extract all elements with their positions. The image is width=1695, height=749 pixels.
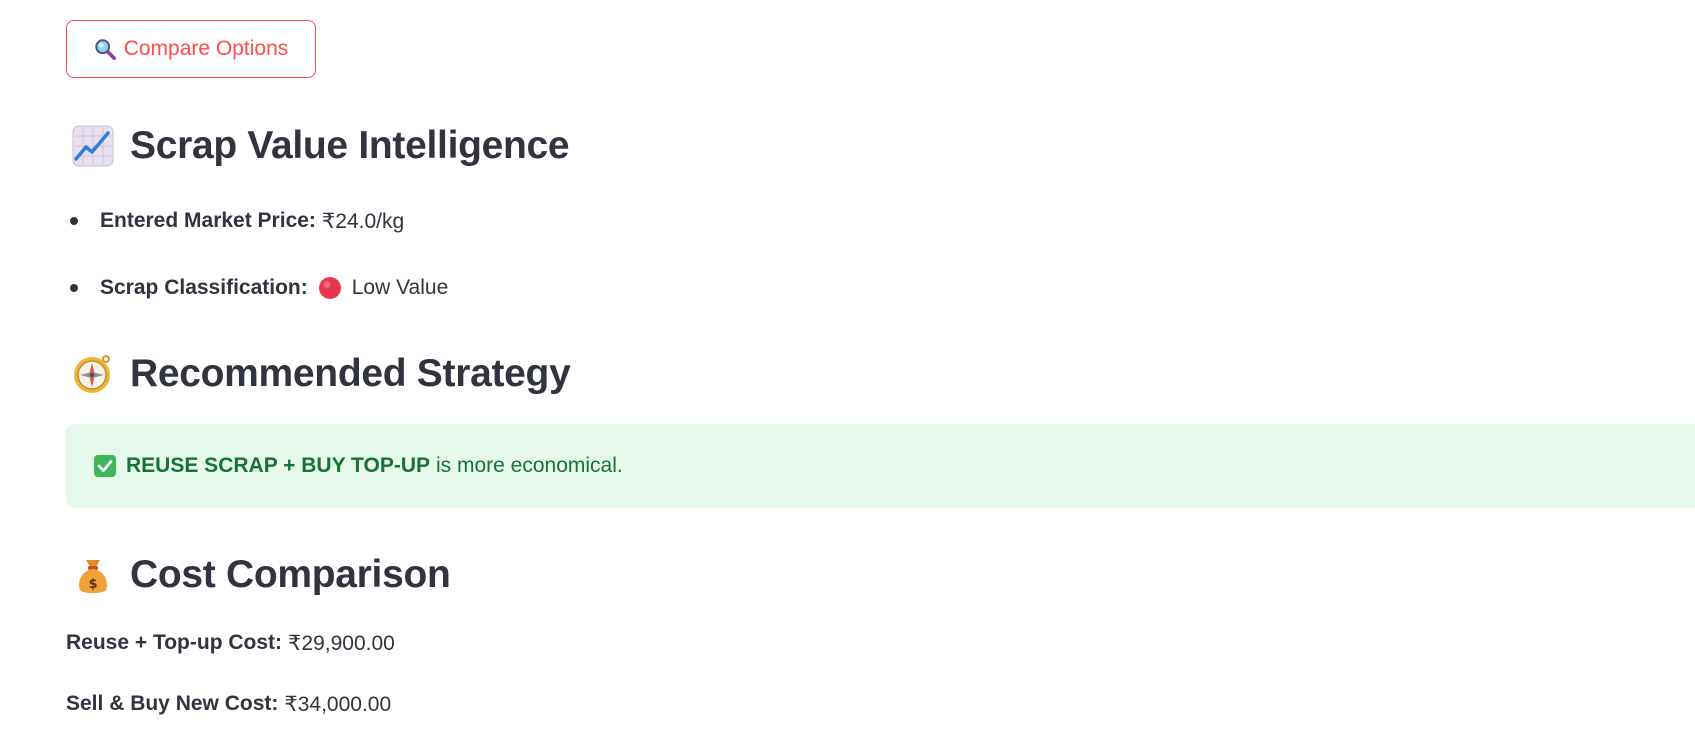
compare-options-label: Compare Options: [123, 37, 289, 60]
strategy-success-alert: REUSE SCRAP + BUY TOP-UP is more economi…: [66, 424, 1695, 508]
reuse-topup-cost-value: ₹29,900.00: [288, 631, 395, 655]
market-price-value: ₹24.0/kg: [321, 209, 405, 233]
scrap-classification-item: Scrap Classification: Low Value: [66, 273, 448, 303]
recommended-strategy-heading: Recommended Strategy: [72, 349, 571, 399]
scrap-classification-label: Scrap Classification:: [100, 276, 308, 299]
main-content: Compare Options Scrap Value Intelligence…: [66, 0, 1695, 749]
compass-icon: [72, 353, 114, 395]
market-price-label: Entered Market Price:: [100, 209, 316, 232]
scrap-value-title: Scrap Value Intelligence: [130, 124, 570, 167]
cost-comparison-heading: $ Cost Comparison: [72, 550, 451, 600]
compare-options-button[interactable]: Compare Options: [66, 20, 316, 78]
cost-comparison-title: Cost Comparison: [130, 553, 451, 596]
reuse-topup-cost-row: Reuse + Top-up Cost: ₹29,900.00: [66, 628, 395, 658]
scrap-classification-value: Low Value: [351, 276, 449, 299]
recommended-strategy-title: Recommended Strategy: [130, 352, 571, 395]
svg-text:$: $: [88, 577, 97, 592]
scrap-value-heading: Scrap Value Intelligence: [72, 121, 570, 171]
sell-buy-new-cost-row: Sell & Buy New Cost: ₹34,000.00: [66, 689, 391, 719]
strategy-recommendation-suffix: is more economical.: [436, 454, 623, 477]
bullet-dot: [70, 284, 78, 292]
strategy-recommendation: REUSE SCRAP + BUY TOP-UP: [126, 454, 430, 477]
bullet-dot: [70, 217, 78, 225]
red-circle-icon: [318, 276, 342, 300]
sell-buy-new-cost-value: ₹34,000.00: [284, 692, 392, 716]
sell-buy-new-cost-label: Sell & Buy New Cost:: [66, 692, 279, 715]
money-bag-icon: $: [72, 554, 114, 596]
chart-increasing-icon: [72, 125, 114, 167]
reuse-topup-cost-label: Reuse + Top-up Cost:: [66, 631, 283, 654]
check-mark-button-icon: [94, 455, 116, 477]
magnifying-glass-icon: [94, 38, 116, 60]
market-price-item: Entered Market Price: ₹24.0/kg: [66, 206, 404, 236]
